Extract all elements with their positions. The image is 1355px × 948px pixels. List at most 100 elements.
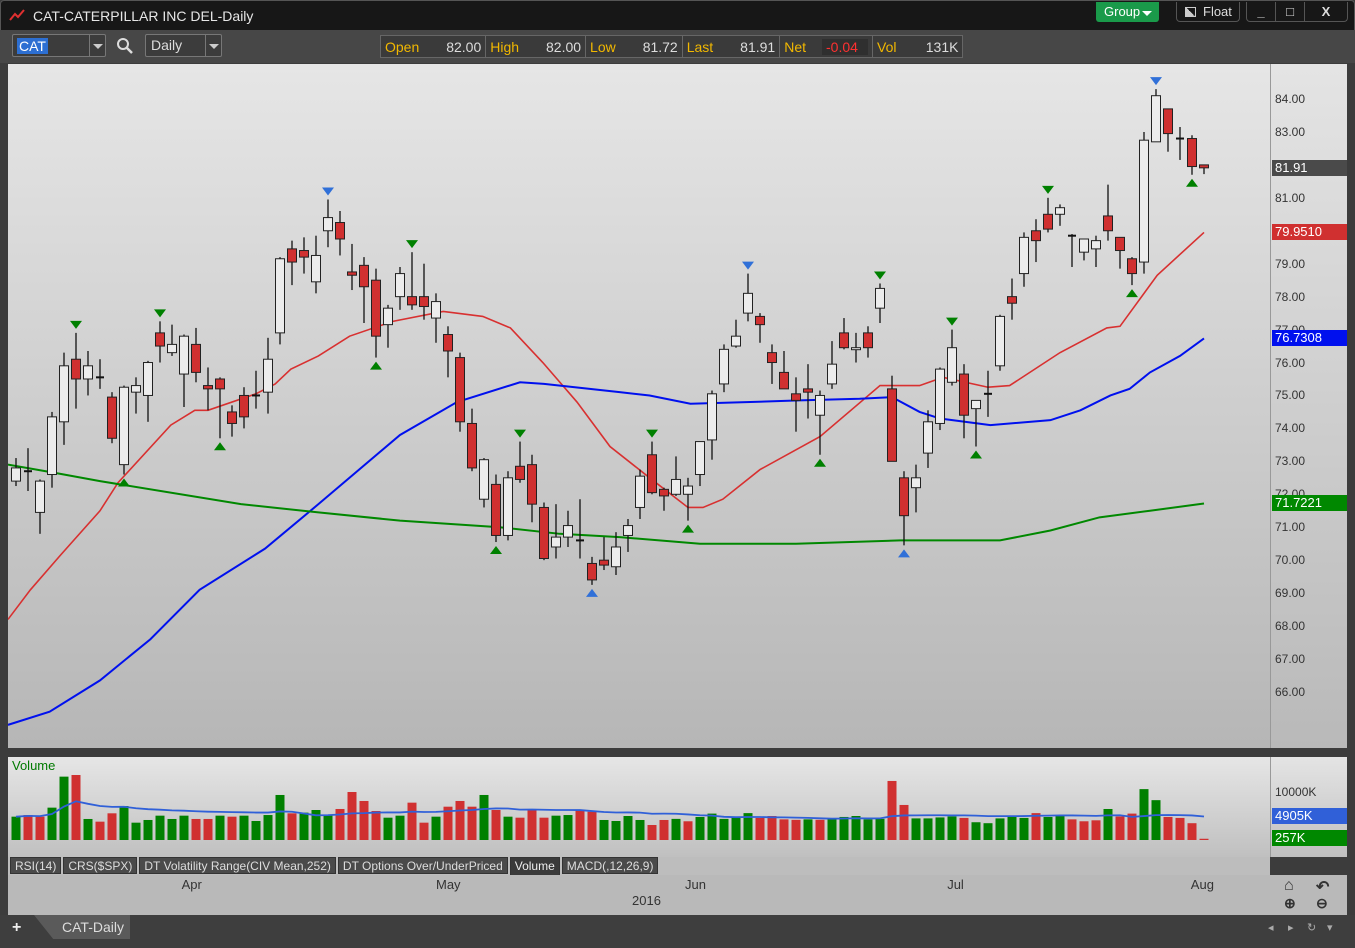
- price-tick-label: 78.00: [1275, 289, 1306, 304]
- signal-marker-below: [814, 458, 826, 467]
- candle: [191, 327, 201, 383]
- volume-bar: [1175, 817, 1185, 840]
- volume-bar: [23, 815, 33, 840]
- volume-bar: [491, 810, 501, 840]
- candle: [527, 454, 537, 523]
- candle: [839, 318, 849, 350]
- undo-icon[interactable]: ↶: [1316, 877, 1329, 897]
- volume-bar: [911, 818, 921, 840]
- volume-bar: [515, 817, 525, 840]
- time-tick-label: May: [436, 877, 461, 892]
- candle-body: [503, 477, 513, 536]
- signal-marker-above: [154, 309, 166, 318]
- candle-body: [1127, 258, 1137, 275]
- tab-cat-daily[interactable]: CAT-Daily: [34, 915, 130, 939]
- candle-body: [995, 315, 1005, 367]
- price-axis[interactable]: 84.0083.0082.0081.0080.0079.0078.0077.00…: [1270, 64, 1347, 748]
- signal-marker-below: [1126, 289, 1138, 298]
- indicator-tab[interactable]: Volume: [509, 857, 560, 876]
- volume-panel[interactable]: Volume: [8, 757, 1270, 857]
- zoom-in-icon[interactable]: ⊕: [1284, 895, 1296, 912]
- candle: [923, 410, 933, 468]
- quote-label: Vol: [877, 38, 897, 55]
- volume-bar: [887, 780, 897, 840]
- volume-bar: [455, 800, 465, 840]
- volume-bar: [683, 821, 693, 840]
- prev-icon[interactable]: ◂: [1268, 921, 1274, 934]
- search-icon[interactable]: [116, 37, 134, 55]
- candle-body: [719, 348, 729, 385]
- candle: [911, 464, 921, 513]
- tab-label: CAT-Daily: [62, 919, 124, 935]
- price-tick-label: 73.00: [1275, 454, 1306, 469]
- signal-marker-below: [214, 442, 226, 451]
- group-button[interactable]: Group: [1096, 2, 1159, 22]
- volume-ma-line: [15, 800, 1205, 820]
- chevron-down-icon[interactable]: [89, 35, 105, 56]
- menu-chevron-icon[interactable]: ▾: [1327, 921, 1333, 934]
- indicator-tab[interactable]: CRS($SPX): [63, 857, 138, 874]
- candle: [611, 532, 621, 575]
- volume-bar: [971, 822, 981, 840]
- candle-body: [359, 264, 369, 288]
- signal-marker-above: [742, 261, 754, 270]
- candle: [491, 474, 501, 543]
- candle-body: [959, 373, 969, 416]
- candle: [167, 324, 177, 356]
- volume-bar: [551, 815, 561, 840]
- indicator-tab[interactable]: DT Volatility Range(CIV Mean,252): [139, 857, 336, 874]
- candle-body: [263, 358, 273, 393]
- ma-mid-line: [8, 337, 1205, 726]
- symbol-input[interactable]: CAT: [12, 34, 106, 57]
- candle-body: [275, 258, 285, 334]
- price-chart[interactable]: [8, 64, 1270, 748]
- candle-body: [119, 386, 129, 466]
- candle: [1103, 184, 1113, 241]
- volume-bar: [815, 819, 825, 840]
- volume-bar: [923, 818, 933, 840]
- zoom-out-icon[interactable]: ⊖: [1316, 895, 1328, 912]
- indicator-tab[interactable]: MACD(,12,26,9): [561, 857, 659, 874]
- candle: [1043, 197, 1053, 233]
- candle: [707, 390, 717, 460]
- volume-bar: [155, 815, 165, 840]
- time-tick-label: Apr: [181, 877, 202, 892]
- volume-bar: [575, 810, 585, 840]
- candle-body: [515, 465, 525, 480]
- close-button[interactable]: X: [1305, 2, 1347, 21]
- float-button[interactable]: Float: [1176, 2, 1240, 22]
- candle-body: [599, 559, 609, 566]
- signal-marker-below: [586, 588, 598, 597]
- volume-bar: [1163, 816, 1173, 840]
- candle-body: [143, 362, 153, 396]
- candle-body: [107, 396, 117, 439]
- volume-bar: [1055, 815, 1065, 840]
- candle: [335, 210, 345, 256]
- volume-bar: [995, 818, 1005, 840]
- chevron-down-icon[interactable]: [205, 35, 221, 56]
- indicator-tab[interactable]: RSI(14): [10, 857, 62, 874]
- interval-select[interactable]: Daily: [145, 34, 222, 57]
- candle: [503, 471, 513, 541]
- quote-label: Open: [385, 38, 420, 55]
- volume-bar: [395, 815, 405, 840]
- home-icon[interactable]: ⌂: [1284, 877, 1294, 895]
- minimize-button[interactable]: _: [1247, 2, 1276, 21]
- float-label: Float: [1203, 4, 1232, 19]
- volume-bar: [11, 816, 21, 840]
- next-icon[interactable]: ▸: [1288, 921, 1294, 934]
- volume-bar: [215, 815, 225, 840]
- volume-bar: [611, 820, 621, 840]
- candle: [1187, 135, 1197, 175]
- candle: [419, 263, 429, 320]
- indicator-tab[interactable]: DT Options Over/UnderPriced: [337, 857, 508, 874]
- add-tab-icon[interactable]: +: [12, 919, 21, 937]
- volume-bar: [839, 816, 849, 840]
- volume-bar: [755, 817, 765, 840]
- candle-body: [647, 454, 657, 494]
- candle-body: [1151, 95, 1161, 143]
- refresh-icon[interactable]: ↻: [1307, 921, 1316, 934]
- volume-bar: [371, 811, 381, 840]
- candle-body: [767, 352, 777, 364]
- maximize-button[interactable]: □: [1276, 2, 1305, 21]
